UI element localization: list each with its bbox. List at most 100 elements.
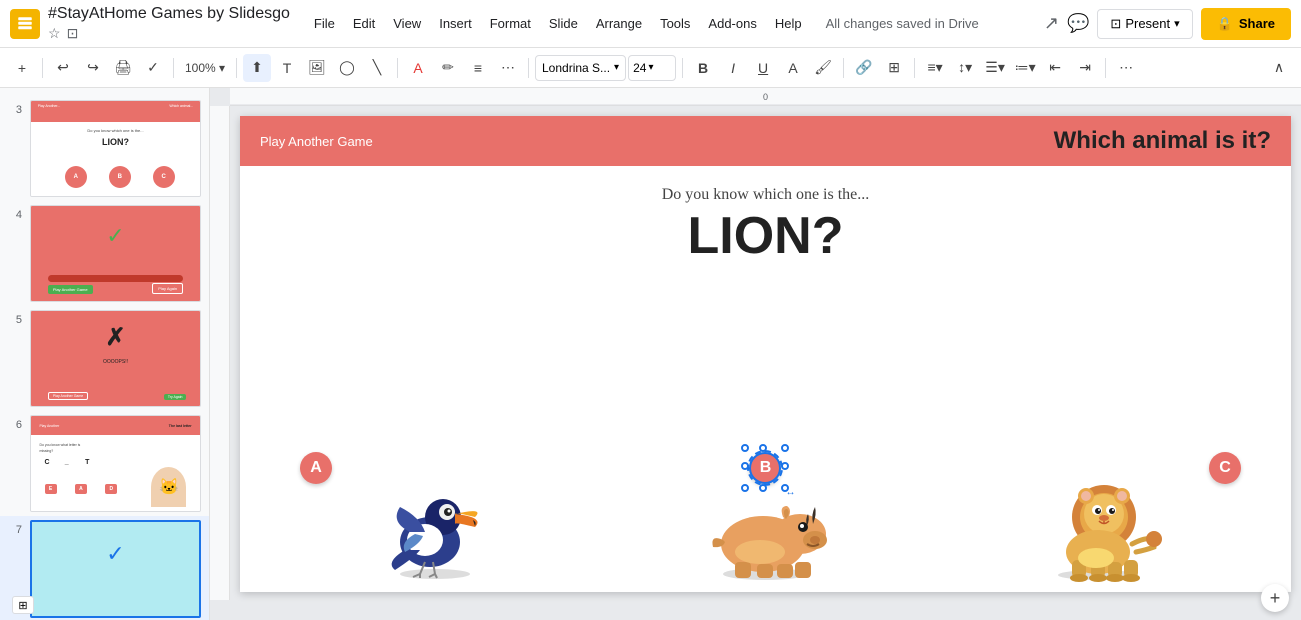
font-selector[interactable]: Londrina S... ▾ bbox=[535, 55, 626, 81]
selected-label-box: B ↔ bbox=[745, 448, 785, 488]
print-button[interactable]: 🖨 bbox=[109, 54, 137, 82]
animal-c-container: C bbox=[931, 462, 1261, 582]
slide-header-bar: Play Another Game Which animal is it? bbox=[240, 116, 1291, 166]
cursor-tool[interactable]: ⬆ bbox=[243, 54, 271, 82]
font-size-selector[interactable]: 24 ▾ bbox=[628, 55, 676, 81]
menu-insert[interactable]: Insert bbox=[431, 12, 480, 35]
indent-more-button[interactable]: ⇥ bbox=[1071, 54, 1099, 82]
handle-bm bbox=[759, 484, 767, 492]
spellcheck-button[interactable]: ✓ bbox=[139, 54, 167, 82]
right-actions: ↗ 💬 ⊡ Present ▾ 🔒 Share bbox=[1044, 8, 1291, 40]
menu-help[interactable]: Help bbox=[767, 12, 810, 35]
zoom-button[interactable]: 100% ▾ bbox=[180, 54, 230, 82]
menu-slide[interactable]: Slide bbox=[541, 12, 586, 35]
doc-title[interactable]: #StayAtHome Games by Slidesgo bbox=[48, 5, 290, 23]
app-icon bbox=[10, 9, 40, 39]
main-area: 3 Play Another... Which animal... Do you… bbox=[0, 88, 1301, 620]
title-icons: ☆ ⊡ bbox=[48, 25, 290, 42]
slide-item-6[interactable]: 6 Play Another The last letter Do you kn… bbox=[0, 411, 209, 516]
slide-body: Do you know which one is the... LION? A bbox=[240, 166, 1291, 592]
bold-button[interactable]: B bbox=[689, 54, 717, 82]
slide-thumb-3[interactable]: Play Another... Which animal... Do you k… bbox=[30, 100, 201, 197]
toucan-illustration bbox=[365, 462, 505, 582]
italic-button[interactable]: I bbox=[719, 54, 747, 82]
slide-thumb-6[interactable]: Play Another The last letter Do you know… bbox=[30, 415, 201, 512]
redo-button[interactable]: ↪ bbox=[79, 54, 107, 82]
line-tool[interactable]: ╲ bbox=[363, 54, 391, 82]
slide-thumb-5[interactable]: ✗ OOOOPS!! Play Another Game Try Again bbox=[30, 310, 201, 407]
font-color-button[interactable]: A bbox=[779, 54, 807, 82]
slide-num-7: 7 bbox=[8, 524, 22, 536]
animal-label-a[interactable]: A bbox=[300, 452, 332, 484]
animal-label-b[interactable]: B bbox=[749, 452, 781, 484]
resize-cursor: ↔ bbox=[785, 487, 795, 498]
star-icon[interactable]: ☆ bbox=[48, 25, 61, 42]
comment-icon[interactable]: 💬 bbox=[1067, 13, 1089, 34]
slide-panel: 3 Play Another... Which animal... Do you… bbox=[0, 88, 210, 620]
num-list-button[interactable]: ≔▾ bbox=[1011, 54, 1039, 82]
divider-5 bbox=[528, 58, 529, 78]
image-tool[interactable]: 🖼 bbox=[303, 54, 331, 82]
border-color[interactable]: ✏ bbox=[434, 54, 462, 82]
slide-num-3: 3 bbox=[8, 104, 22, 116]
share-label: Share bbox=[1239, 16, 1275, 31]
insert-special[interactable]: ⊞ bbox=[880, 54, 908, 82]
trending-icon: ↗ bbox=[1044, 13, 1059, 34]
menu-view[interactable]: View bbox=[385, 12, 429, 35]
border-weight[interactable]: ≡ bbox=[464, 54, 492, 82]
divider-4 bbox=[397, 58, 398, 78]
saved-status: All changes saved in Drive bbox=[826, 16, 979, 31]
menu-addons[interactable]: Add-ons bbox=[700, 12, 764, 35]
menu-format[interactable]: Format bbox=[482, 12, 539, 35]
align-button[interactable]: ≡▾ bbox=[921, 54, 949, 82]
ruler-vertical bbox=[210, 106, 230, 600]
selection-container: B ↔ bbox=[745, 448, 785, 488]
grid-view-button[interactable]: ⊞ bbox=[12, 596, 34, 614]
handle-tr bbox=[781, 444, 789, 452]
menu-edit[interactable]: Edit bbox=[345, 12, 383, 35]
border-dash[interactable]: ⋯ bbox=[494, 54, 522, 82]
highlight-button[interactable]: 🖌 bbox=[809, 54, 837, 82]
panel-bottom: ⊞ ≡ bbox=[0, 590, 210, 620]
shape-tool[interactable]: ◯ bbox=[333, 54, 361, 82]
handle-bl bbox=[741, 484, 749, 492]
slide-item-5[interactable]: 5 ✗ OOOOPS!! Play Another Game Try Again bbox=[0, 306, 209, 411]
font-name: Londrina S... bbox=[542, 61, 610, 75]
menu-tools[interactable]: Tools bbox=[652, 12, 698, 35]
divider-7 bbox=[843, 58, 844, 78]
more-button[interactable]: ⋯ bbox=[1112, 54, 1140, 82]
present-chevron[interactable]: ▾ bbox=[1174, 17, 1180, 30]
divider-8 bbox=[914, 58, 915, 78]
zoom-add-button[interactable]: + bbox=[1261, 584, 1289, 612]
font-size-value: 24 bbox=[633, 61, 646, 75]
share-button[interactable]: 🔒 Share bbox=[1201, 8, 1291, 40]
collapse-button[interactable]: ∧ bbox=[1265, 54, 1293, 82]
play-another-text: Play Another Game bbox=[260, 134, 373, 149]
which-animal-text: Which animal is it? bbox=[1054, 127, 1271, 155]
slide-item-4[interactable]: 4 ✓ Play Another Game Play Again bbox=[0, 201, 209, 306]
animal-b-container: B ↔ bbox=[600, 462, 930, 582]
insert-button[interactable]: + bbox=[8, 54, 36, 82]
slide-thumb-4[interactable]: ✓ Play Another Game Play Again bbox=[30, 205, 201, 302]
fill-color[interactable]: A bbox=[404, 54, 432, 82]
bullet-list-button[interactable]: ☰▾ bbox=[981, 54, 1009, 82]
underline-button[interactable]: U bbox=[749, 54, 777, 82]
animal-label-c[interactable]: C bbox=[1209, 452, 1241, 484]
present-icon: ⊡ bbox=[1110, 16, 1121, 32]
undo-button[interactable]: ↩ bbox=[49, 54, 77, 82]
animals-row: A bbox=[240, 276, 1291, 592]
folder-icon[interactable]: ⊡ bbox=[67, 25, 79, 42]
slide-item-3[interactable]: 3 Play Another... Which animal... Do you… bbox=[0, 96, 209, 201]
indent-less-button[interactable]: ⇤ bbox=[1041, 54, 1069, 82]
menu-file[interactable]: File bbox=[306, 12, 343, 35]
font-size-chevron: ▾ bbox=[648, 62, 653, 73]
ruler-horizontal: 0 bbox=[230, 88, 1301, 106]
menu-arrange[interactable]: Arrange bbox=[588, 12, 650, 35]
link-button[interactable]: 🔗 bbox=[850, 54, 878, 82]
slide-canvas[interactable]: Play Another Game Which animal is it? Do… bbox=[240, 116, 1291, 592]
present-button[interactable]: ⊡ Present ▾ bbox=[1097, 9, 1192, 39]
text-tool[interactable]: T bbox=[273, 54, 301, 82]
line-spacing-button[interactable]: ↕▾ bbox=[951, 54, 979, 82]
handle-ml bbox=[741, 462, 749, 470]
handle-mr bbox=[781, 462, 789, 470]
